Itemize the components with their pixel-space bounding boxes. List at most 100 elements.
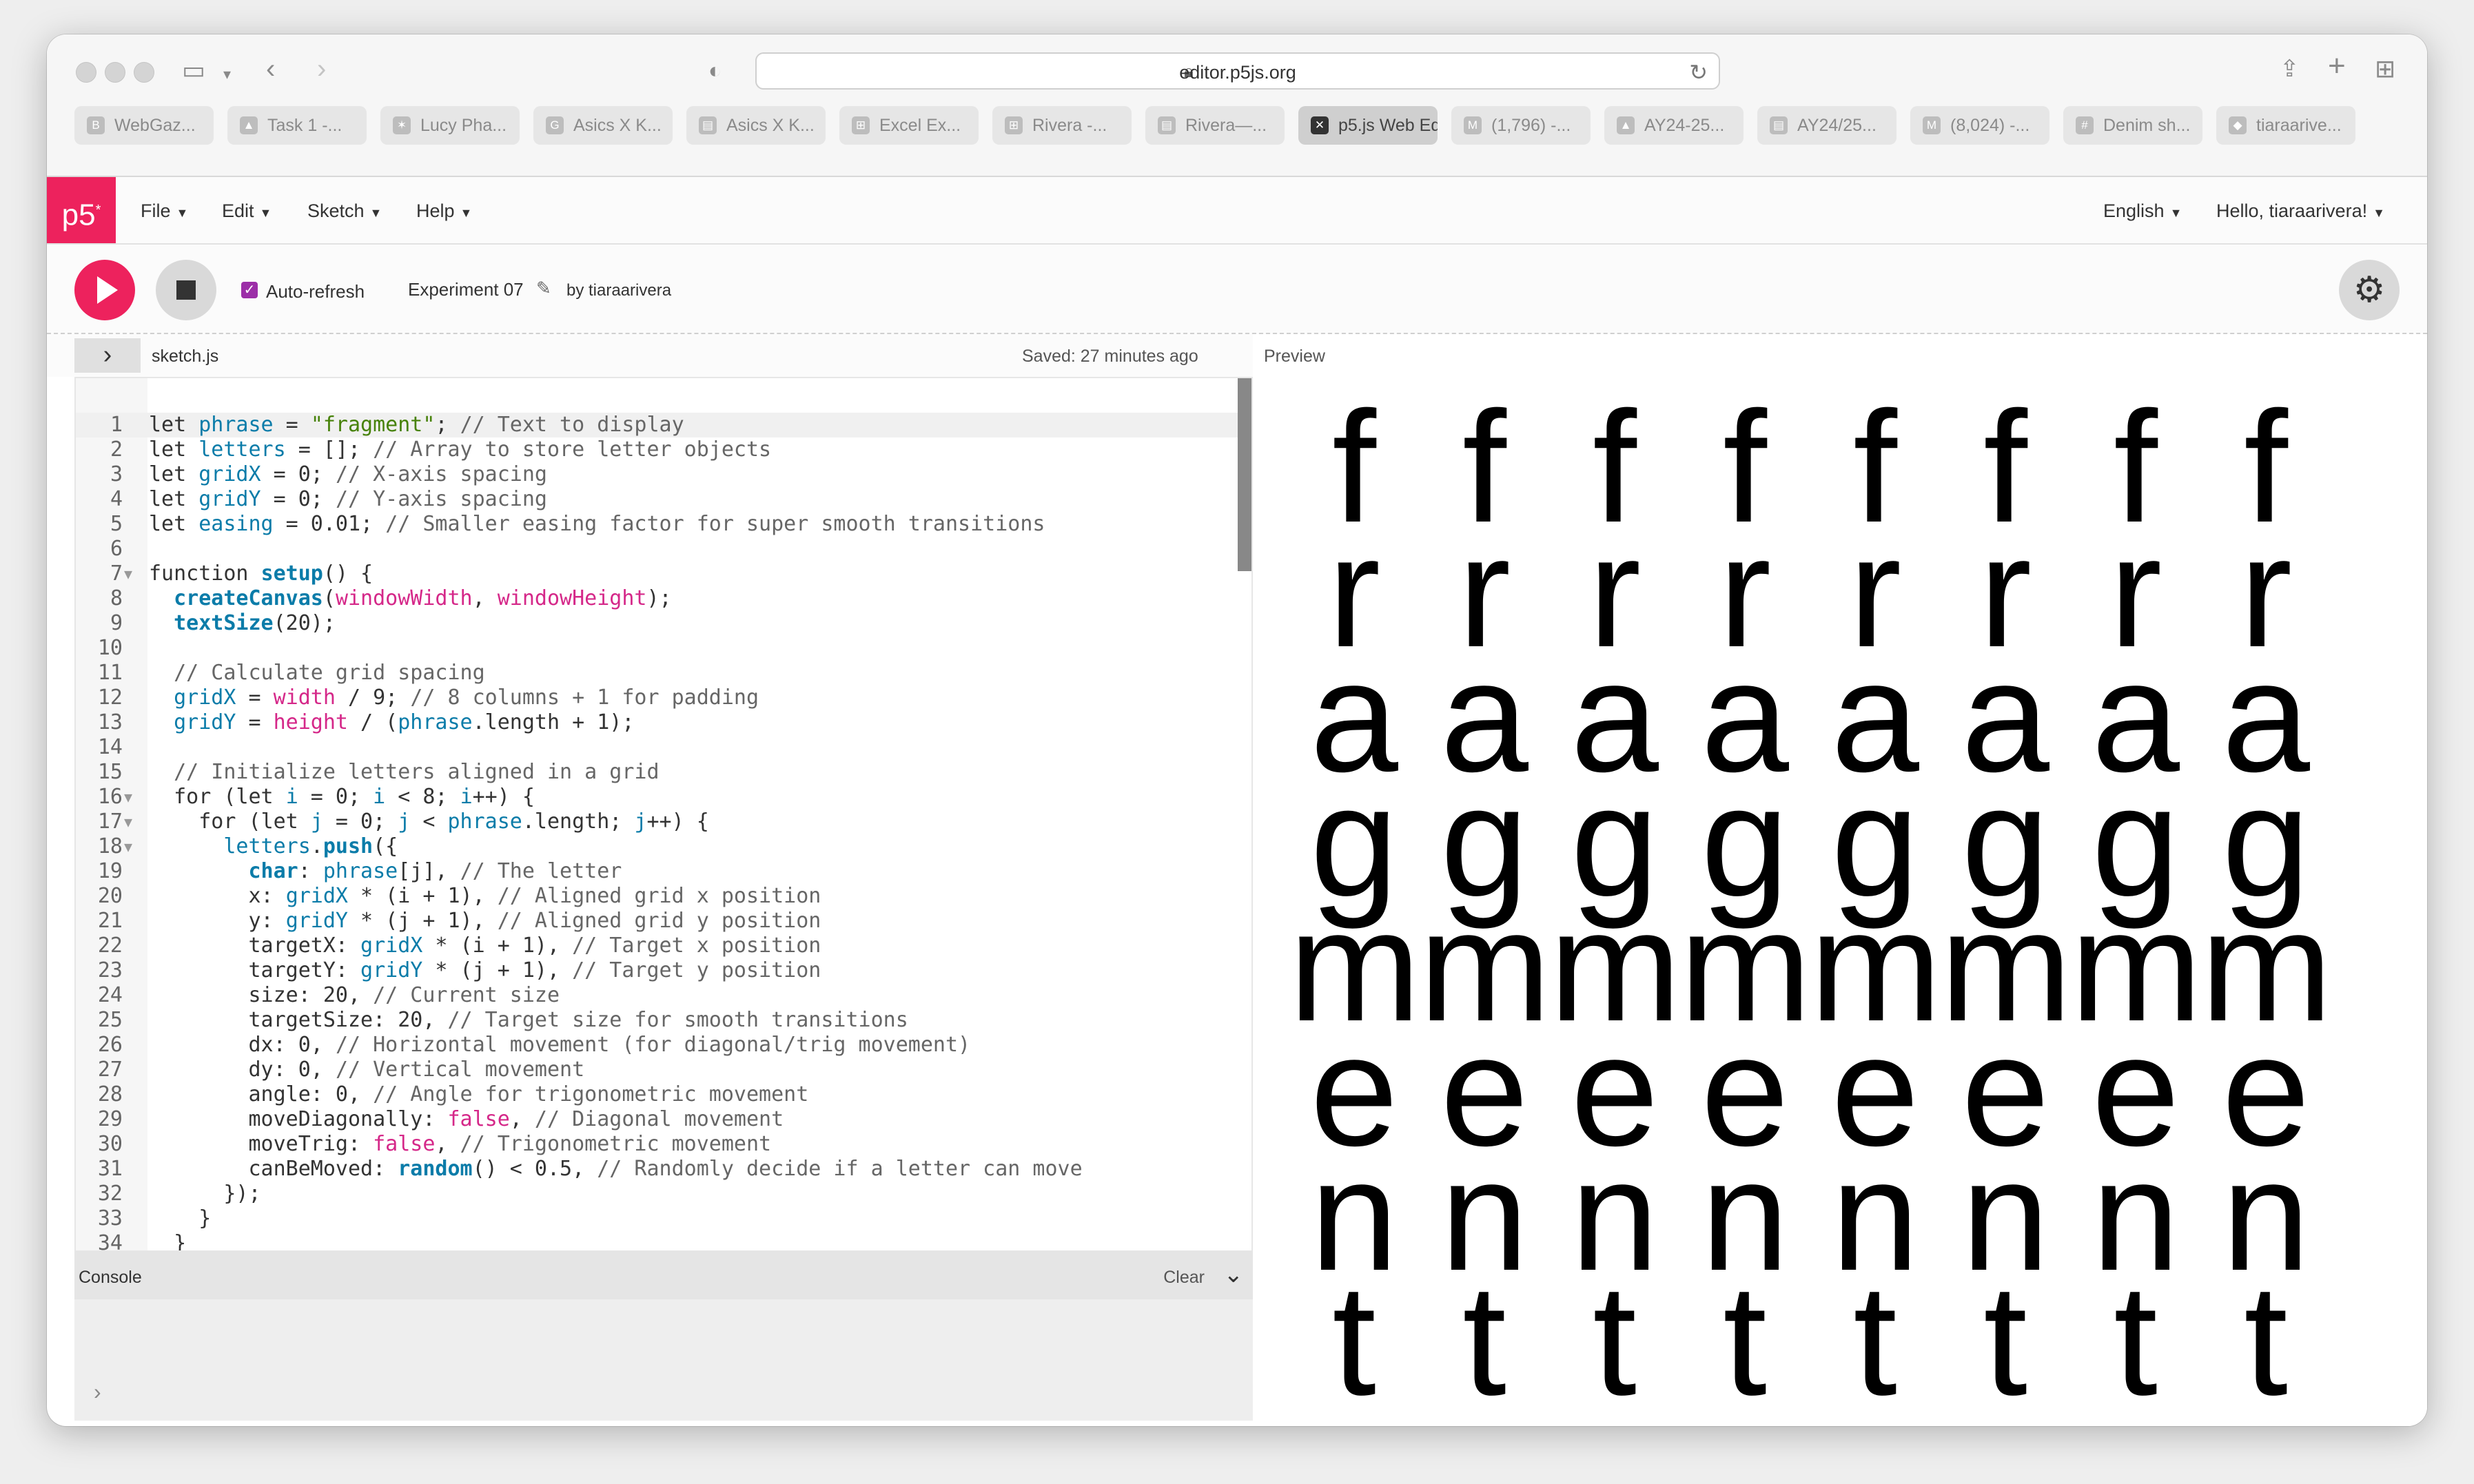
code-line[interactable]: 21 y: gridY * (j + 1), // Aligned grid y… (76, 909, 1251, 934)
code-line[interactable]: 11 // Calculate grid spacing (76, 661, 1251, 686)
address-bar[interactable]: 🔒︎ editor.p5js.org ↻ (755, 52, 1720, 90)
code-line[interactable]: 22 targetX: gridX * (i + 1), // Target x… (76, 934, 1251, 958)
console-label: Console (79, 1268, 142, 1287)
auto-refresh-checkbox[interactable]: ✓ (241, 282, 258, 298)
settings-button[interactable]: ⚙ (2339, 260, 2400, 320)
zoom-window-button[interactable] (134, 62, 154, 83)
code-line[interactable]: 5 let easing = 0.01; // Smaller easing fa… (76, 512, 1251, 537)
code-line[interactable]: 3 let gridX = 0; // X-axis spacing (76, 462, 1251, 487)
chevron-right-icon: › (103, 340, 112, 369)
code-line[interactable]: 23 targetY: gridY * (j + 1), // Target y… (76, 958, 1251, 983)
browser-tab[interactable]: # Denim sh... (2063, 106, 2202, 145)
save-status: Saved: 27 minutes ago (1022, 347, 1198, 366)
menu-edit[interactable]: Edit ▼ (222, 200, 272, 222)
code-line[interactable]: 9 textSize(20); (76, 611, 1251, 636)
browser-tab[interactable]: ▤ Asics X K... (686, 106, 826, 145)
tab-overview-icon[interactable]: ⊞ (2375, 55, 2395, 83)
browser-tab[interactable]: ▤ AY24/25... (1757, 106, 1897, 145)
browser-tab[interactable]: ▲ Task 1 -... (227, 106, 367, 145)
browser-tab[interactable]: B WebGaz... (74, 106, 214, 145)
browser-tab[interactable]: ▲ AY24-25... (1604, 106, 1744, 145)
code-line[interactable]: 12 gridX = width / 9; // 8 columns + 1 f… (76, 686, 1251, 710)
code-line[interactable]: 27 dy: 0, // Vertical movement (76, 1058, 1251, 1082)
code-line[interactable]: 28 angle: 0, // Angle for trigonometric … (76, 1082, 1251, 1107)
menu-sketch[interactable]: Sketch ▼ (307, 200, 382, 222)
back-icon[interactable]: ‹ (266, 55, 275, 83)
menu-file[interactable]: File ▼ (141, 200, 188, 222)
code-line[interactable]: 18 ▼ letters.push({ (76, 834, 1251, 859)
tab-favicon-icon: ✶ (393, 116, 411, 134)
browser-tab[interactable]: G Asics X K... (533, 106, 673, 145)
browser-tab[interactable]: ◆ tiaraarive... (2216, 106, 2355, 145)
chevron-down-icon[interactable]: ⌄ (1224, 1261, 1244, 1288)
tab-label: Rivera -... (1032, 116, 1107, 135)
code-editor[interactable]: 1 let phrase = "fragment"; // Text to dis… (74, 377, 1253, 1252)
code-line[interactable]: 8 createCanvas(windowWidth, windowHeight… (76, 586, 1251, 611)
code-line[interactable]: 7 ▼ function setup() { (76, 561, 1251, 586)
preview-canvas[interactable]: ffffffffrrrrrrrraaaaaaaaggggggggmmmmmmmm… (1254, 377, 2427, 1426)
reload-icon[interactable]: ↻ (1689, 59, 1708, 85)
code-line[interactable]: 14 (76, 735, 1251, 760)
code-line[interactable]: 33 } (76, 1206, 1251, 1231)
browser-toolbar: ▭ ▾ ‹ › ◐ 🔒︎ editor.p5js.org ↻ ⇪ + ⊞ B We… (47, 34, 2427, 177)
browser-tab[interactable]: ⊞ Rivera -... (992, 106, 1132, 145)
browser-tab[interactable]: ▤ Rivera—... (1145, 106, 1285, 145)
stop-button[interactable] (156, 260, 216, 320)
code-lines[interactable]: 1 let phrase = "fragment"; // Text to dis… (76, 413, 1251, 1250)
preview-letter: t (1853, 1251, 1897, 1426)
console-output (74, 1299, 1253, 1421)
play-button[interactable] (74, 260, 135, 320)
console-prompt-icon[interactable]: › (94, 1379, 101, 1405)
auto-refresh-label: Auto-refresh (266, 281, 365, 302)
tab-favicon-icon: ▤ (1770, 116, 1788, 134)
editor-menubar: p5* File ▼ Edit ▼ Sketch ▼ Help ▼ English ▼ H… (47, 177, 2427, 245)
language-menu[interactable]: English ▼ (2103, 200, 2182, 222)
sidebar-toggle-button[interactable]: › (74, 338, 141, 373)
console-clear-button[interactable]: Clear (1163, 1268, 1205, 1288)
code-line[interactable]: 30 moveTrig: false, // Trigonometric mov… (76, 1132, 1251, 1157)
forward-icon[interactable]: › (317, 55, 326, 83)
chevron-down-icon[interactable]: ▾ (223, 61, 231, 88)
tab-label: (1,796) -... (1491, 116, 1571, 135)
close-window-button[interactable] (76, 62, 96, 83)
code-line[interactable]: 6 (76, 537, 1251, 561)
browser-tab[interactable]: ✕ p5.js Web Editor |... (1298, 106, 1438, 145)
code-line[interactable]: 31 canBeMoved: random() < 0.5, // Random… (76, 1157, 1251, 1182)
menu-help[interactable]: Help ▼ (416, 200, 472, 222)
code-line[interactable]: 15 // Initialize letters aligned in a gr… (76, 760, 1251, 785)
code-line[interactable]: 24 size: 20, // Current size (76, 983, 1251, 1008)
code-line[interactable]: 32 }); (76, 1182, 1251, 1206)
minimize-window-button[interactable] (105, 62, 125, 83)
browser-tab[interactable]: M (1,796) -... (1451, 106, 1591, 145)
file-name: sketch.js (152, 347, 219, 366)
editor-scrollbar[interactable] (1238, 378, 1251, 571)
code-line[interactable]: 19 char: phrase[j], // The letter (76, 859, 1251, 884)
user-menu[interactable]: Hello, tiaraarivera! ▼ (2216, 200, 2385, 222)
code-line[interactable]: 20 x: gridX * (i + 1), // Aligned grid x… (76, 884, 1251, 909)
code-line[interactable]: 26 dx: 0, // Horizontal movement (for di… (76, 1033, 1251, 1058)
code-line[interactable]: 4 let gridY = 0; // Y-axis spacing (76, 487, 1251, 512)
code-line[interactable]: 16 ▼ for (let i = 0; i < 8; i++) { (76, 785, 1251, 810)
tab-favicon-icon: B (87, 116, 105, 134)
p5-logo[interactable]: p5* (47, 177, 116, 243)
tab-favicon-icon: ▲ (1617, 116, 1635, 134)
code-line[interactable]: 13 gridY = height / (phrase.length + 1); (76, 710, 1251, 735)
browser-tab[interactable]: ✶ Lucy Pha... (380, 106, 520, 145)
browser-tab[interactable]: M (8,024) -... (1910, 106, 2049, 145)
privacy-shield-icon[interactable]: ◐ (708, 56, 722, 84)
code-line[interactable]: 1 let phrase = "fragment"; // Text to dis… (76, 413, 1251, 437)
code-line[interactable]: 34 } (76, 1231, 1251, 1250)
code-line[interactable]: 29 moveDiagonally: false, // Diagonal mo… (76, 1107, 1251, 1132)
share-icon[interactable]: ⇪ (2280, 55, 2300, 83)
tab-label: Asics X K... (726, 116, 815, 135)
pencil-icon[interactable]: ✎ (536, 278, 551, 299)
new-tab-icon[interactable]: + (2328, 51, 2346, 81)
sketch-name[interactable]: Experiment 07 (408, 279, 524, 300)
code-line[interactable]: 2 let letters = []; // Array to store let… (76, 437, 1251, 462)
browser-tab[interactable]: ⊞ Excel Ex... (839, 106, 979, 145)
code-line[interactable]: 25 targetSize: 20, // Target size for sm… (76, 1008, 1251, 1033)
sidebar-icon[interactable]: ▭ (182, 56, 205, 84)
code-line[interactable]: 10 (76, 636, 1251, 661)
tab-favicon-icon: M (1464, 116, 1482, 134)
code-line[interactable]: 17 ▼ for (let j = 0; j < phrase.length; j… (76, 810, 1251, 834)
